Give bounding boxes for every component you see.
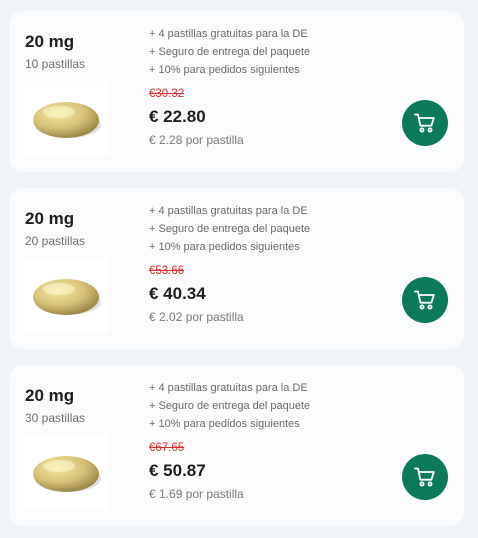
pill-icon (33, 102, 101, 138)
perk-next-order-discount: + 10% para pedidos siguientes (149, 418, 300, 430)
product-card: 20 mg 10 pastillas + 4 pastillas gratuit… (9, 11, 464, 172)
old-price: €67.65 (149, 442, 185, 454)
add-to-cart-button[interactable] (402, 454, 448, 500)
price-per-pill: € 2.02 por pastilla (149, 310, 244, 324)
product-count: 20 pastillas (25, 234, 86, 248)
cart-icon (414, 290, 435, 310)
perk-shipping-insurance: + Seguro de entrega del paquete (149, 223, 311, 235)
product-card: 20 mg 30 pastillas + 4 pastillas gratuit… (9, 365, 464, 526)
product-dose: 20 mg (25, 209, 75, 228)
product-count: 30 pastillas (25, 411, 86, 425)
current-price: € 40.34 (149, 284, 206, 303)
perk-free-pills: + 4 pastillas gratuitas para la DE (149, 28, 308, 40)
price-per-pill: € 1.69 por pastilla (149, 487, 244, 501)
perks-list: + 4 pastillas gratuitas para la DE + Seg… (149, 202, 310, 256)
old-price: €53.66 (149, 265, 185, 277)
product-dose: 20 mg (25, 32, 75, 51)
perk-shipping-insurance: + Seguro de entrega del paquete (149, 400, 311, 412)
perk-shipping-insurance: + Seguro de entrega del paquete (149, 46, 311, 58)
product-card: 20 mg 20 pastillas + 4 pastillas gratuit… (9, 188, 464, 349)
pill-icon (33, 279, 101, 315)
product-count: 10 pastillas (25, 57, 86, 71)
perk-free-pills: + 4 pastillas gratuitas para la DE (149, 382, 308, 394)
perk-free-pills: + 4 pastillas gratuitas para la DE (149, 205, 308, 217)
add-to-cart-button[interactable] (402, 100, 448, 146)
cart-icon (414, 113, 435, 133)
current-price: € 22.80 (149, 107, 206, 126)
old-price: €30.32 (149, 88, 185, 100)
pill-image (23, 81, 109, 155)
product-list: 20 mg 10 pastillas + 4 pastillas gratuit… (0, 0, 478, 538)
perk-next-order-discount: + 10% para pedidos siguientes (149, 64, 300, 76)
perks-list: + 4 pastillas gratuitas para la DE + Seg… (149, 379, 310, 433)
pill-icon (33, 456, 101, 492)
pill-image (23, 258, 109, 332)
product-dose: 20 mg (25, 386, 75, 405)
add-to-cart-button[interactable] (402, 277, 448, 323)
perk-next-order-discount: + 10% para pedidos siguientes (149, 241, 300, 253)
pill-image (23, 435, 109, 509)
perks-list: + 4 pastillas gratuitas para la DE + Seg… (149, 25, 310, 79)
price-per-pill: € 2.28 por pastilla (149, 133, 244, 147)
cart-icon (414, 467, 435, 487)
current-price: € 50.87 (149, 461, 206, 480)
